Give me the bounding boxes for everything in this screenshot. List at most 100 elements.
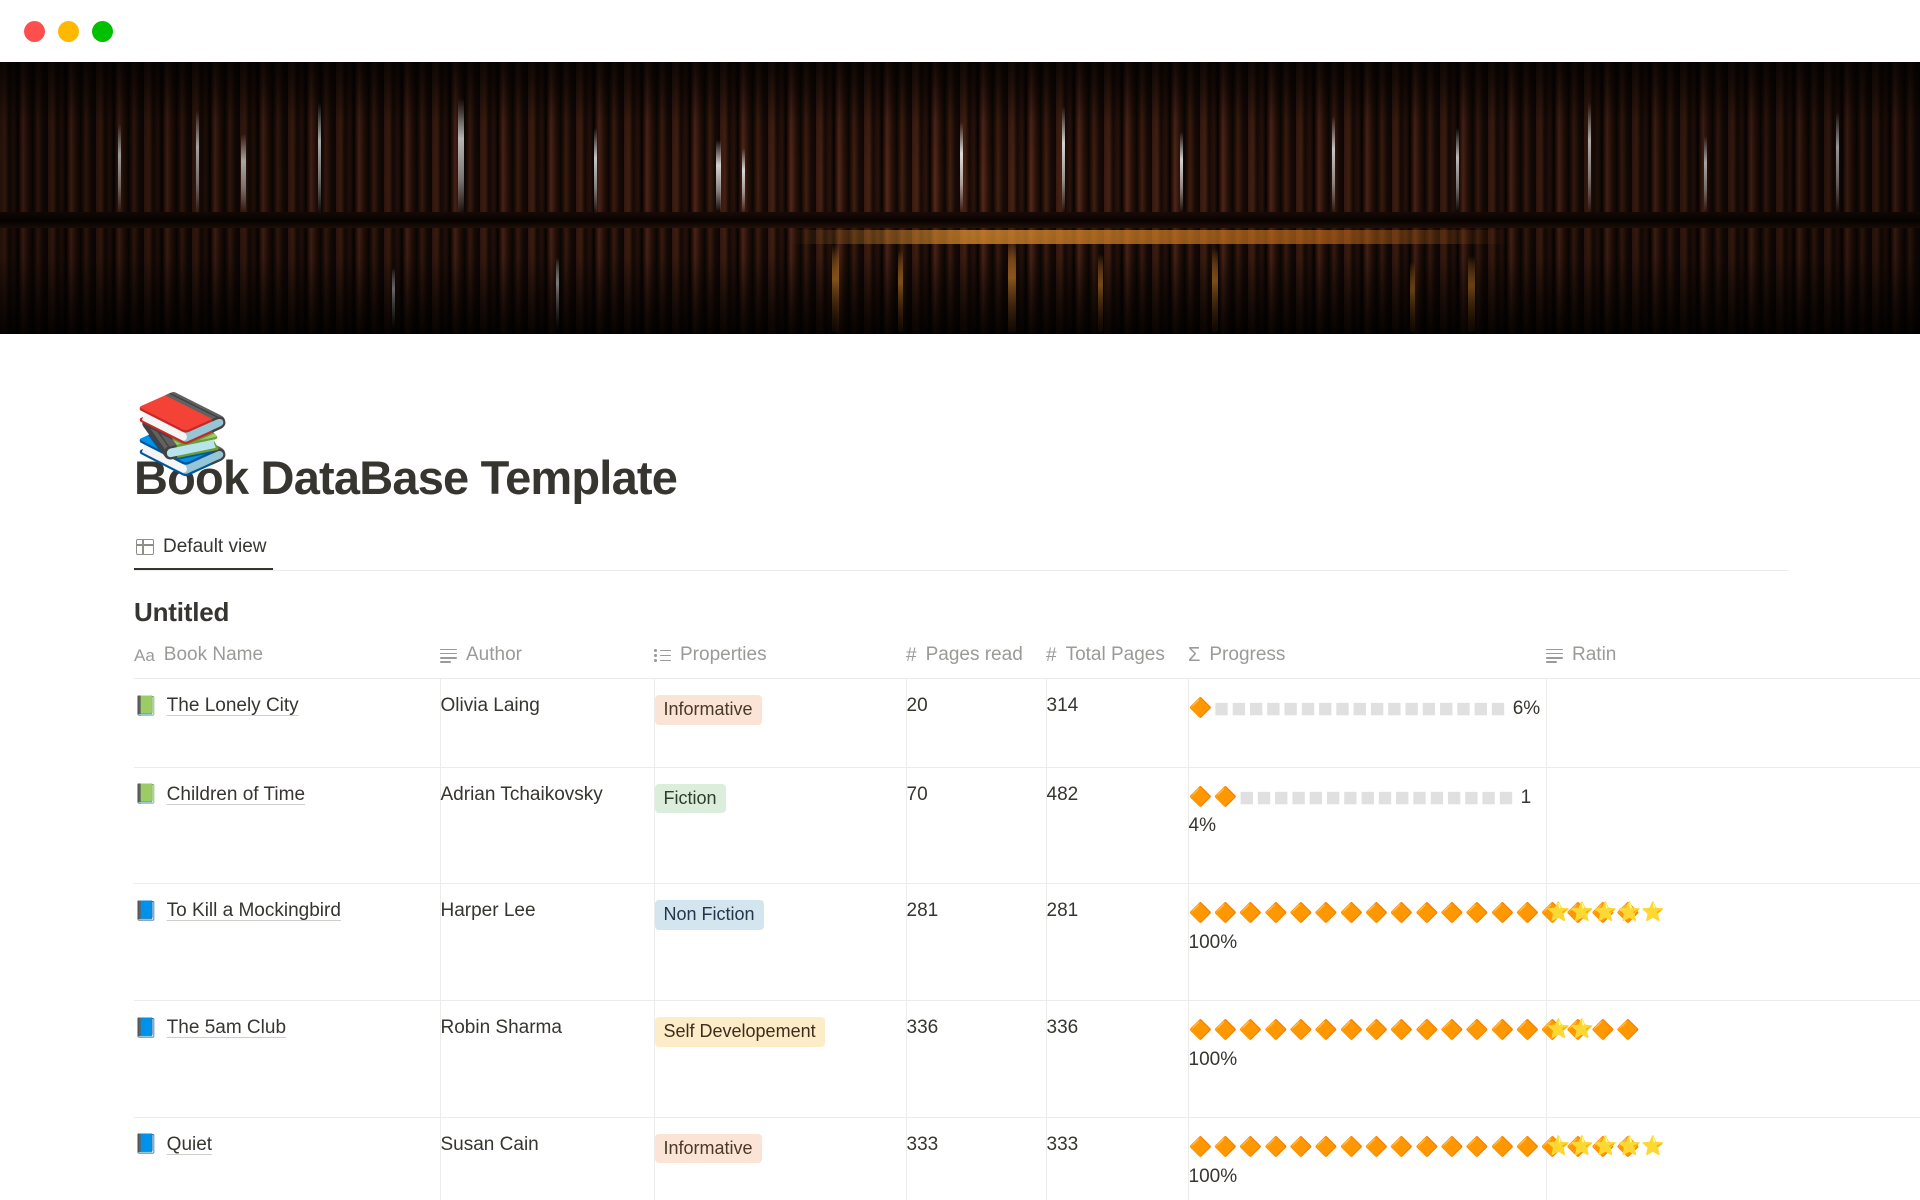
cell-pages-read[interactable]: 333 (906, 1117, 1047, 1200)
progress-filled-marker: 🔶 (1515, 1136, 1541, 1158)
progress-empty-marker: ◼ (1455, 698, 1473, 719)
cell-total-pages[interactable]: 336 (1046, 1000, 1189, 1118)
cell-book-name[interactable]: 📘 To Kill a Mockingbird (134, 883, 441, 1001)
progress-filled-marker: 🔶 (1364, 903, 1390, 925)
progress-empty-marker: ◼ (1342, 786, 1360, 808)
progress-filled-marker: 🔶 (1188, 1136, 1214, 1158)
progress-filled-marker: 🔶 (1364, 1136, 1390, 1158)
progress-empty-marker: ◼ (1248, 698, 1266, 719)
progress-empty-marker: ◼ (1377, 786, 1395, 808)
progress-filled-marker: 🔶 (1440, 1020, 1466, 1041)
cell-rating[interactable]: ⭐⭐ (1546, 1000, 1920, 1118)
maximize-window-button[interactable] (92, 20, 113, 42)
progress-empty-marker: ◼ (1290, 786, 1308, 808)
progress-filled-marker: 🔶 (1314, 903, 1340, 925)
cell-properties[interactable]: Fiction (654, 767, 907, 885)
cell-pages-read[interactable]: 281 (906, 883, 1047, 1001)
cell-properties[interactable]: Informative (654, 678, 907, 768)
column-header-label: Pages read (925, 644, 1023, 665)
cell-author[interactable]: Susan Cain (440, 1117, 655, 1200)
table-row[interactable]: 📗 Children of Time Adrian Tchaikovsky Ficti… (134, 767, 1920, 885)
progress-empty-marker: ◼ (1446, 786, 1464, 808)
progress-filled-marker: 🔶 (1415, 1136, 1441, 1158)
book-name-link[interactable]: The 5am Club (167, 1017, 286, 1039)
minimize-window-button[interactable] (58, 20, 79, 42)
table-row[interactable]: 📘 To Kill a Mockingbird Harper Lee Non Fict… (134, 883, 1920, 1001)
cell-author[interactable]: Adrian Tchaikovsky (440, 767, 655, 885)
cell-total-pages[interactable]: 333 (1046, 1117, 1189, 1200)
progress-percent-label: 100% (1188, 932, 1238, 954)
cell-total-pages[interactable]: 482 (1046, 767, 1189, 885)
page-content: 📚 Book DataBase Template Default view Un… (0, 394, 1920, 1200)
cell-book-name[interactable]: 📘 The 5am Club (134, 1000, 441, 1118)
progress-empty-marker: ◼ (1428, 786, 1447, 808)
cell-author[interactable]: Harper Lee (440, 883, 655, 1001)
view-tab-default[interactable]: Default view (134, 536, 273, 570)
cell-rating[interactable] (1546, 767, 1920, 885)
cell-rating[interactable]: ⭐⭐⭐⭐⭐ (1546, 1117, 1920, 1200)
progress-empty-marker: ◼ (1403, 698, 1422, 719)
book-name-link[interactable]: Children of Time (167, 784, 305, 806)
cell-author[interactable]: Olivia Laing (440, 678, 655, 768)
progress-filled-marker: 🔶 (1289, 1136, 1315, 1158)
book-name-link[interactable]: To Kill a Mockingbird (167, 900, 341, 922)
page-title[interactable]: Book DataBase Template (134, 450, 1920, 505)
property-tag[interactable]: Informative (654, 695, 762, 725)
progress-filled-marker: 🔶 (1188, 786, 1214, 808)
cell-author[interactable]: Robin Sharma (440, 1000, 655, 1118)
table-row[interactable]: 📘 The 5am Club Robin Sharma Self Developeme… (134, 1000, 1920, 1118)
progress-filled-marker: 🔶 (1440, 1136, 1466, 1158)
column-header-book-name[interactable]: Aa Book Name (134, 644, 440, 679)
cell-book-name[interactable]: 📗 The Lonely City (134, 678, 441, 768)
database-title[interactable]: Untitled (134, 597, 1920, 628)
progress-empty-marker: ◼ (1386, 698, 1404, 719)
cell-total-pages[interactable]: 314 (1046, 678, 1189, 768)
progress-filled-marker: 🔶 (1339, 1020, 1365, 1041)
rating-stars: ⭐⭐ (1546, 1019, 1594, 1040)
book-emoji-icon: 📘 (134, 1134, 158, 1156)
table-grid-icon (136, 539, 154, 555)
cell-pages-read[interactable]: 336 (906, 1000, 1047, 1118)
column-header-properties[interactable]: Properties (654, 644, 906, 679)
column-header-total-pages[interactable]: # Total Pages (1046, 644, 1188, 679)
book-name-link[interactable]: Quiet (167, 1134, 212, 1156)
page-icon-emoji[interactable]: 📚 (134, 394, 231, 472)
table-row[interactable]: 📘 Quiet Susan Cain Informative 333 333 🔶🔶🔶🔶🔶🔶🔶… (134, 1117, 1920, 1200)
column-header-pages-read[interactable]: # Pages read (906, 644, 1046, 679)
property-tag[interactable]: Non Fiction (654, 900, 764, 930)
progress-empty-marker: ◼ (1480, 786, 1499, 808)
cell-rating[interactable]: ⭐⭐⭐⭐⭐ (1546, 883, 1920, 1001)
cell-properties[interactable]: Self Developement (654, 1000, 907, 1118)
column-header-rating[interactable]: Ratin (1546, 644, 1920, 679)
progress-filled-marker: 🔶 (1389, 1020, 1416, 1041)
cell-pages-read[interactable]: 70 (906, 767, 1047, 885)
cell-pages-read[interactable]: 20 (906, 678, 1047, 768)
cell-total-pages[interactable]: 281 (1046, 883, 1189, 1001)
property-tag[interactable]: Self Developement (654, 1017, 825, 1047)
progress-filled-marker: 🔶 (1289, 1020, 1315, 1041)
progress-filled-marker: 🔶 (1389, 903, 1416, 925)
cell-properties[interactable]: Non Fiction (654, 883, 907, 1001)
progress-filled-marker: 🔶 (1415, 1020, 1441, 1041)
close-window-button[interactable] (24, 20, 45, 42)
progress-empty-marker: ◼ (1213, 698, 1231, 719)
page-cover-image[interactable] (0, 62, 1920, 334)
progress-empty-marker: ◼ (1238, 786, 1257, 808)
progress-empty-marker: ◼ (1325, 786, 1343, 808)
book-emoji-icon: 📗 (134, 784, 158, 805)
book-name-link[interactable]: The Lonely City (167, 695, 299, 717)
column-header-author[interactable]: Author (440, 644, 654, 679)
cover-vignette-overlay (0, 62, 1920, 334)
cell-properties[interactable]: Informative (654, 1117, 907, 1200)
cell-book-name[interactable]: 📗 Children of Time (134, 767, 441, 885)
progress-empty-marker: ◼ (1265, 698, 1283, 719)
cell-progress: 🔶🔶🔶🔶🔶🔶🔶🔶🔶🔶🔶🔶🔶🔶🔶🔶🔶🔶 100% (1188, 1117, 1640, 1200)
property-tag[interactable]: Fiction (654, 783, 726, 813)
progress-empty-marker: ◼ (1498, 786, 1516, 808)
property-tag[interactable]: Informative (654, 1133, 762, 1164)
table-row[interactable]: 📗 The Lonely City Olivia Laing Informative 2… (134, 678, 1920, 768)
column-header-progress[interactable]: Σ Progress (1188, 644, 1546, 679)
cell-rating[interactable] (1546, 678, 1920, 768)
cell-book-name[interactable]: 📘 Quiet (134, 1117, 441, 1200)
progress-filled-marker: 🔶 (1213, 786, 1239, 808)
